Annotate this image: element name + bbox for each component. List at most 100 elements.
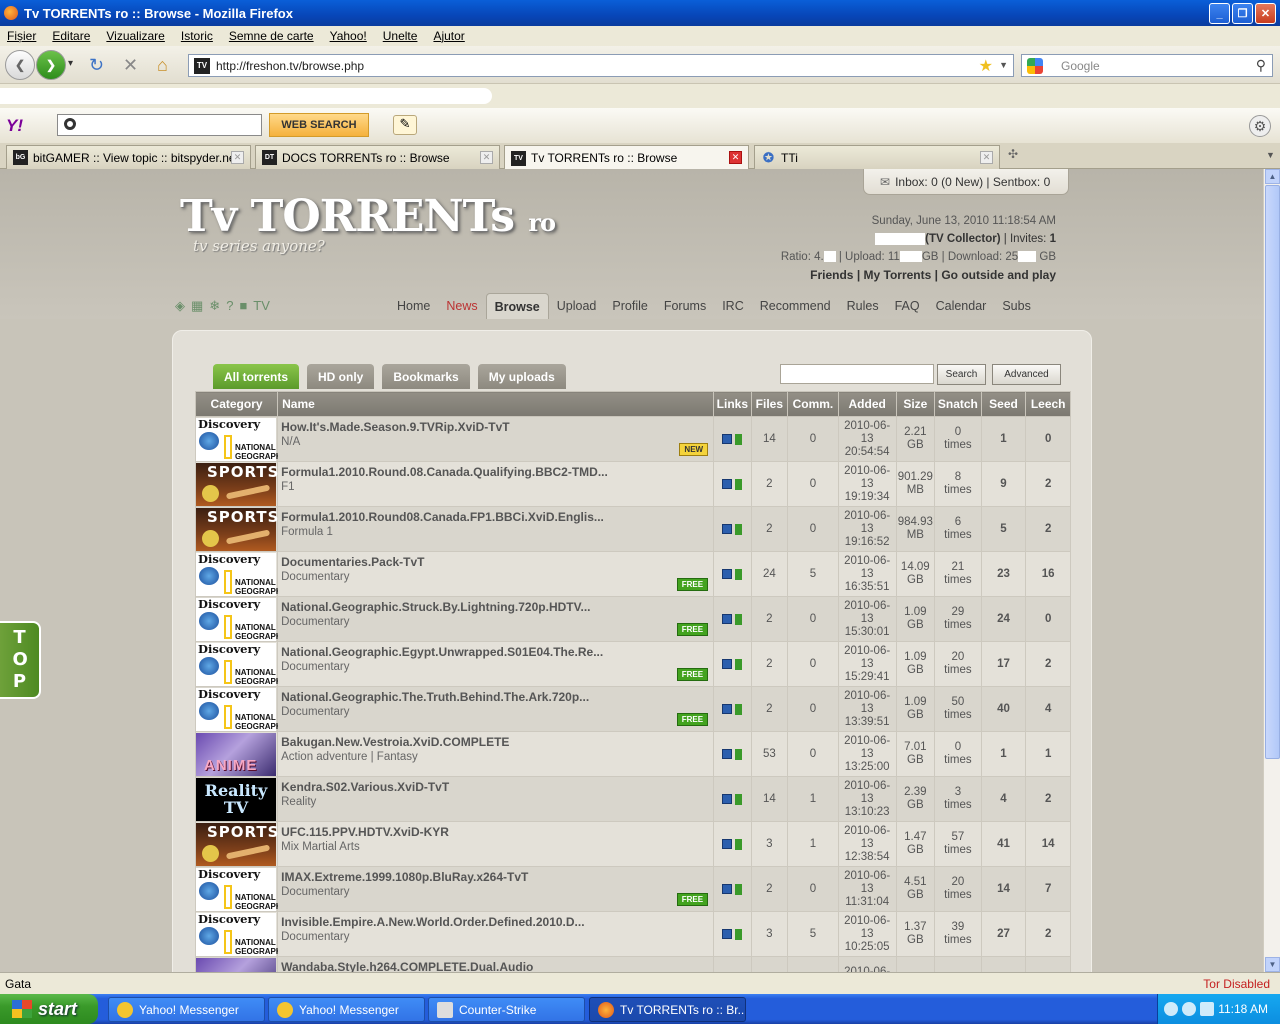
tray-app-icon[interactable] <box>1200 1002 1214 1016</box>
seed-cell[interactable]: 41 <box>980 821 1027 867</box>
snatch-cell[interactable]: 0 times <box>934 731 982 777</box>
files-cell[interactable]: 3 <box>750 911 789 957</box>
bookmark-icon[interactable] <box>735 883 743 895</box>
nav-rules[interactable]: Rules <box>839 293 887 319</box>
seed-cell[interactable] <box>980 956 1027 972</box>
col-files[interactable]: Files <box>750 391 789 417</box>
bag-icon[interactable]: ■ <box>239 298 247 314</box>
comments-cell[interactable]: 5 <box>787 911 839 957</box>
bookmark-icon[interactable] <box>735 928 743 940</box>
yahoo-search-input[interactable] <box>57 114 262 136</box>
grid-icon[interactable]: ▦ <box>191 298 203 314</box>
back-button[interactable]: ❮ <box>5 50 35 80</box>
task-yahoo-messenger-2[interactable]: Yahoo! Messenger <box>268 997 425 1022</box>
torrent-name-link[interactable]: Kendra.S02.Various.XviD-TvT <box>281 780 681 794</box>
download-icon[interactable] <box>722 838 733 849</box>
nav-recommend[interactable]: Recommend <box>752 293 839 319</box>
col-size[interactable]: Size <box>895 391 936 417</box>
bookmark-icon[interactable] <box>735 658 743 670</box>
leech-cell[interactable]: 2 <box>1025 911 1071 957</box>
seed-cell[interactable]: 17 <box>980 641 1027 687</box>
menu-view[interactable]: Vizualizare <box>106 29 164 43</box>
reload-icon[interactable]: ↻ <box>89 55 104 76</box>
leech-cell[interactable]: 14 <box>1025 821 1071 867</box>
snatch-cell[interactable]: 0 times <box>934 416 982 462</box>
snatch-cell[interactable]: 8 times <box>934 461 982 507</box>
torrent-name-link[interactable]: How.It's.Made.Season.9.TVRip.XviD-TvT <box>281 420 681 434</box>
menu-bookmarks[interactable]: Semne de carte <box>229 29 314 43</box>
col-category[interactable]: Category <box>194 391 279 417</box>
seed-cell[interactable]: 1 <box>980 416 1027 462</box>
leech-cell[interactable]: 2 <box>1025 776 1071 822</box>
comments-cell[interactable]: 0 <box>787 461 839 507</box>
snatch-cell[interactable]: 39 times <box>934 911 982 957</box>
leech-cell[interactable] <box>1025 956 1071 972</box>
leech-cell[interactable]: 16 <box>1025 551 1071 597</box>
tray-network-icon[interactable] <box>1182 1002 1196 1016</box>
new-tab-icon[interactable]: ✣ <box>1008 147 1018 161</box>
nav-home[interactable]: Home <box>389 293 438 319</box>
close-window-button[interactable]: ✕ <box>1255 3 1276 24</box>
nav-subs[interactable]: Subs <box>994 293 1039 319</box>
category-cell[interactable]: Discovery NATIONAL GEOGRAPHIC <box>194 596 290 642</box>
col-snatch[interactable]: Snatch <box>934 391 982 417</box>
torrent-name-link[interactable]: National.Geographic.Struck.By.Lightning.… <box>281 600 681 614</box>
snatch-cell[interactable]: 20 times <box>934 641 982 687</box>
tv-icon[interactable]: TV <box>253 298 270 314</box>
comments-cell[interactable]: 0 <box>787 416 839 462</box>
bookmark-icon[interactable] <box>735 433 743 445</box>
seed-cell[interactable]: 5 <box>980 506 1027 552</box>
close-tab-icon[interactable]: ✕ <box>729 151 742 164</box>
close-tab-icon[interactable]: ✕ <box>980 151 993 164</box>
category-cell[interactable]: Discovery NATIONAL GEOGRAPHIC <box>194 686 290 732</box>
col-leech[interactable]: Leech <box>1025 391 1071 417</box>
close-tab-icon[interactable]: ✕ <box>231 151 244 164</box>
col-name[interactable]: Name <box>277 391 715 417</box>
close-tab-icon[interactable]: ✕ <box>480 151 493 164</box>
category-cell[interactable]: ANIME <box>194 956 279 972</box>
nav-irc[interactable]: IRC <box>714 293 752 319</box>
gear-icon[interactable]: ⚙ <box>1249 115 1271 137</box>
nav-browse[interactable]: Browse <box>485 293 549 319</box>
download-icon[interactable] <box>722 433 733 444</box>
scroll-down-icon[interactable]: ▼ <box>1265 957 1280 972</box>
filter-bookmarks[interactable]: Bookmarks <box>382 364 470 389</box>
page-scrollbar[interactable]: ▲ ▼ <box>1263 169 1280 972</box>
seed-cell[interactable]: 40 <box>980 686 1027 732</box>
torrent-name-link[interactable]: IMAX.Extreme.1999.1080p.BluRay.x264-TvT <box>281 870 681 884</box>
col-added[interactable]: Added <box>837 391 897 417</box>
nav-profile[interactable]: Profile <box>604 293 655 319</box>
snatch-cell[interactable]: 29 times <box>934 596 982 642</box>
start-button[interactable]: start <box>0 994 98 1024</box>
bookmark-icon[interactable] <box>735 838 743 850</box>
torrent-search-input[interactable] <box>780 364 934 384</box>
filter-hd-only[interactable]: HD only <box>307 364 375 389</box>
category-cell[interactable]: Discovery NATIONAL GEOGRAPHIC <box>194 641 290 687</box>
bookmark-icon[interactable] <box>735 478 743 490</box>
files-cell[interactable]: 2 <box>750 686 789 732</box>
snatch-cell[interactable]: 21 times <box>934 551 982 597</box>
seed-cell[interactable]: 14 <box>980 866 1027 912</box>
snatch-cell[interactable]: 57 times <box>934 821 982 867</box>
url-dropdown-icon[interactable]: ▼ <box>999 60 1008 70</box>
snatch-cell[interactable]: 2 <box>934 956 982 972</box>
inbox-box[interactable]: ✉ Inbox: 0 (0 New) | Sentbox: 0 <box>863 169 1069 195</box>
leech-cell[interactable]: 4 <box>1025 686 1071 732</box>
files-cell[interactable]: 24 <box>750 551 789 597</box>
download-icon[interactable] <box>722 793 733 804</box>
nav-upload[interactable]: Upload <box>549 293 605 319</box>
files-cell[interactable]: 2 <box>750 506 789 552</box>
torrent-name-link[interactable]: Wandaba.Style.h264.COMPLETE.Dual.Audio <box>281 960 681 972</box>
bookmark-icon[interactable] <box>735 703 743 715</box>
torrent-name-link[interactable]: UFC.115.PPV.HDTV.XviD-KYR <box>281 825 681 839</box>
back-to-top-button[interactable]: TOP <box>0 621 41 699</box>
stop-icon[interactable]: ✕ <box>123 55 138 76</box>
scroll-thumb[interactable] <box>1265 185 1280 759</box>
bookmark-icon[interactable] <box>735 568 743 580</box>
user-links[interactable]: Friends | My Torrents | Go outside and p… <box>781 266 1056 284</box>
seed-cell[interactable]: 23 <box>980 551 1027 597</box>
nav-calendar[interactable]: Calendar <box>928 293 995 319</box>
google-engine-icon[interactable] <box>1027 57 1043 74</box>
download-icon[interactable] <box>722 568 733 579</box>
address-bar[interactable]: TV http://freshon.tv/browse.php ★ ▼ <box>188 54 1014 77</box>
